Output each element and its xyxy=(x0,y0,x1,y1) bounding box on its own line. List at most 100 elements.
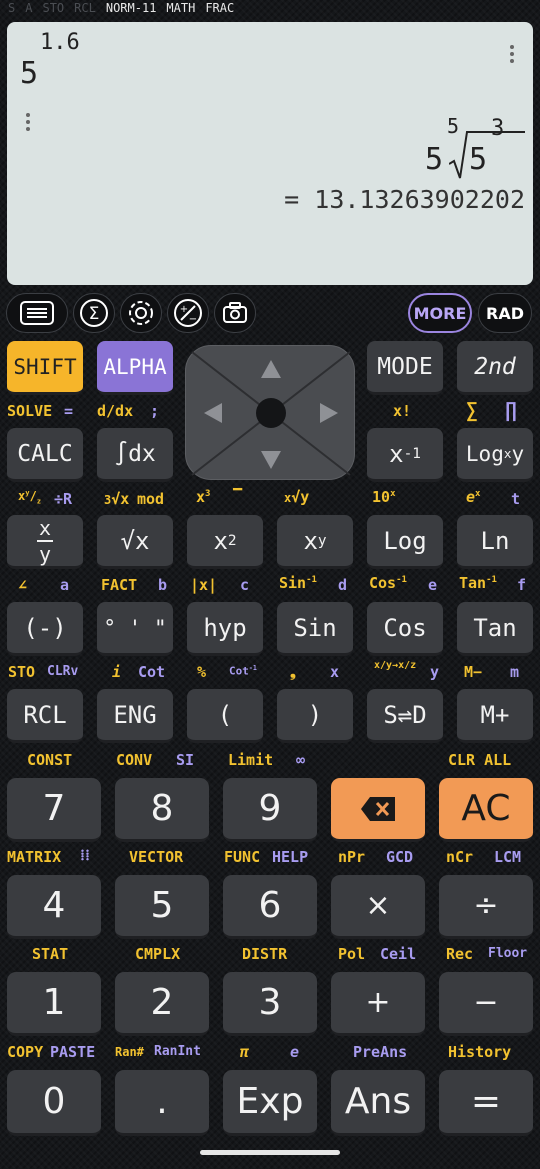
digit-1-key[interactable]: 1 xyxy=(7,972,101,1036)
mminus-label: M− xyxy=(464,663,483,681)
dms-key[interactable]: ° ' " xyxy=(97,602,173,656)
abs-label: |x| xyxy=(190,576,218,594)
equals-key[interactable]: = xyxy=(439,1070,533,1136)
tan-key[interactable]: Tan xyxy=(457,602,533,656)
mode-key[interactable]: MODE xyxy=(367,341,443,395)
logxy-after: y xyxy=(511,441,525,466)
digit-5-key[interactable]: 5 xyxy=(115,875,209,939)
overline-label: ▔ xyxy=(233,488,243,506)
cot-alpha-label: Cot xyxy=(138,663,166,681)
square-key[interactable]: x2 xyxy=(187,515,263,569)
digit-6-key[interactable]: 6 xyxy=(223,875,317,939)
percent-toggle-button[interactable]: + − xyxy=(167,293,209,333)
input-base: 5 xyxy=(20,56,39,91)
exp-key[interactable]: Exp xyxy=(223,1070,317,1136)
status-bar: S A STO RCL NORM-11 MATH FRAC xyxy=(8,0,234,16)
sd-key[interactable]: S⇌D xyxy=(367,689,443,743)
arrow-down-icon[interactable] xyxy=(261,451,281,469)
shift-key[interactable]: SHIFT xyxy=(7,341,83,395)
arcsin-label: Sin-1 xyxy=(279,574,317,592)
delete-key[interactable] xyxy=(331,778,425,842)
status-flag-frac: FRAC xyxy=(205,1,235,15)
all-clear-key[interactable]: AC xyxy=(439,778,533,842)
input-expression[interactable]: 5 1.6 xyxy=(20,30,80,91)
arrow-up-icon[interactable] xyxy=(261,360,281,378)
calc-key[interactable]: CALC xyxy=(7,428,83,482)
const-label: CONST xyxy=(27,751,73,769)
rcl-key[interactable]: RCL xyxy=(7,689,83,743)
digit-0-key[interactable]: 0 xyxy=(7,1070,101,1136)
alpha-key[interactable]: ALPHA xyxy=(97,341,173,395)
second-key[interactable]: 2nd xyxy=(457,341,533,395)
ln-key[interactable]: Ln xyxy=(457,515,533,569)
arccos-label: Cos-1 xyxy=(369,574,407,592)
arrow-right-icon[interactable] xyxy=(320,403,338,423)
camera-button[interactable] xyxy=(214,293,256,333)
arrow-left-icon[interactable] xyxy=(204,403,222,423)
log-key[interactable]: Log xyxy=(367,515,443,569)
minus-key[interactable]: − xyxy=(439,972,533,1036)
home-indicator[interactable] xyxy=(200,1150,340,1155)
status-flag-rcl: RCL xyxy=(74,1,96,15)
logxy-key[interactable]: Log x y xyxy=(457,428,533,482)
hyp-key[interactable]: hyp xyxy=(187,602,263,656)
fraction-key[interactable]: xy xyxy=(7,515,83,569)
reciprocal-key[interactable]: x -1 xyxy=(367,428,443,482)
x-alpha-label: x xyxy=(330,663,340,681)
right-paren-key[interactable]: ) xyxy=(277,689,353,743)
eng-key[interactable]: ENG xyxy=(97,689,173,743)
left-paren-key[interactable]: ( xyxy=(187,689,263,743)
decimal-key[interactable]: . xyxy=(115,1070,209,1136)
multiply-key[interactable]: × xyxy=(331,875,425,939)
summation-button[interactable]: Σ xyxy=(73,293,115,333)
angle-mode-button[interactable]: RAD xyxy=(478,293,532,333)
t-label: t xyxy=(511,490,521,508)
cube-label: x3 xyxy=(196,488,211,506)
m-alpha-label: m xyxy=(510,663,520,681)
calculator-display[interactable]: 5 1.6 5 5 5 3 = 13.13263902202 xyxy=(7,22,533,285)
ceil-label: Ceil xyxy=(380,945,417,963)
ans-key[interactable]: Ans xyxy=(331,1070,425,1136)
svg-text:−: − xyxy=(189,314,197,325)
paste-label: PASTE xyxy=(50,1043,96,1061)
logxy-main: Log xyxy=(465,441,504,466)
negate-key[interactable]: (-) xyxy=(7,602,83,656)
si-label: SI xyxy=(176,751,195,769)
status-flag-a: A xyxy=(25,1,33,15)
product-label: ∏ xyxy=(505,398,518,422)
cos-key[interactable]: Cos xyxy=(367,602,443,656)
tenx-label: 10x xyxy=(372,488,396,506)
digit-3-key[interactable]: 3 xyxy=(223,972,317,1036)
input-exponent: 1.6 xyxy=(40,30,80,55)
direction-pad[interactable] xyxy=(185,345,355,480)
digit-7-key[interactable]: 7 xyxy=(7,778,101,842)
sqrt-key[interactable]: √x xyxy=(97,515,173,569)
digit-2-key[interactable]: 2 xyxy=(115,972,209,1036)
integral-key[interactable]: ∫dx xyxy=(97,428,173,482)
output-radicand-base: 5 xyxy=(469,142,488,177)
display-menu-icon[interactable] xyxy=(507,42,517,66)
rec-label: Rec xyxy=(446,945,474,963)
xroot-label: x√y xyxy=(284,488,310,506)
arctan-label: Tan-1 xyxy=(459,574,497,592)
plus-key[interactable]: + xyxy=(331,972,425,1036)
divide-key[interactable]: ÷ xyxy=(439,875,533,939)
power-key[interactable]: xy xyxy=(277,515,353,569)
sin-key[interactable]: Sin xyxy=(277,602,353,656)
menu-button[interactable] xyxy=(6,293,68,333)
digit-4-key[interactable]: 4 xyxy=(7,875,101,939)
digit-9-key[interactable]: 9 xyxy=(223,778,317,842)
factorial-label: x! xyxy=(393,402,412,420)
fraction-num: x xyxy=(36,515,54,542)
digit-8-key[interactable]: 8 xyxy=(115,778,209,842)
mplus-key[interactable]: M+ xyxy=(457,689,533,743)
history-label: History xyxy=(448,1043,512,1061)
more-button[interactable]: MORE xyxy=(408,293,472,333)
reciprocal-base: x xyxy=(389,439,404,468)
history-menu-icon[interactable] xyxy=(23,110,33,134)
fraction-convert-label: x/y→x/z xyxy=(374,660,417,671)
settings-button[interactable] xyxy=(120,293,162,333)
pol-label: Pol xyxy=(338,945,366,963)
c-label: c xyxy=(240,576,250,594)
angle-label: ∠ xyxy=(18,576,28,594)
